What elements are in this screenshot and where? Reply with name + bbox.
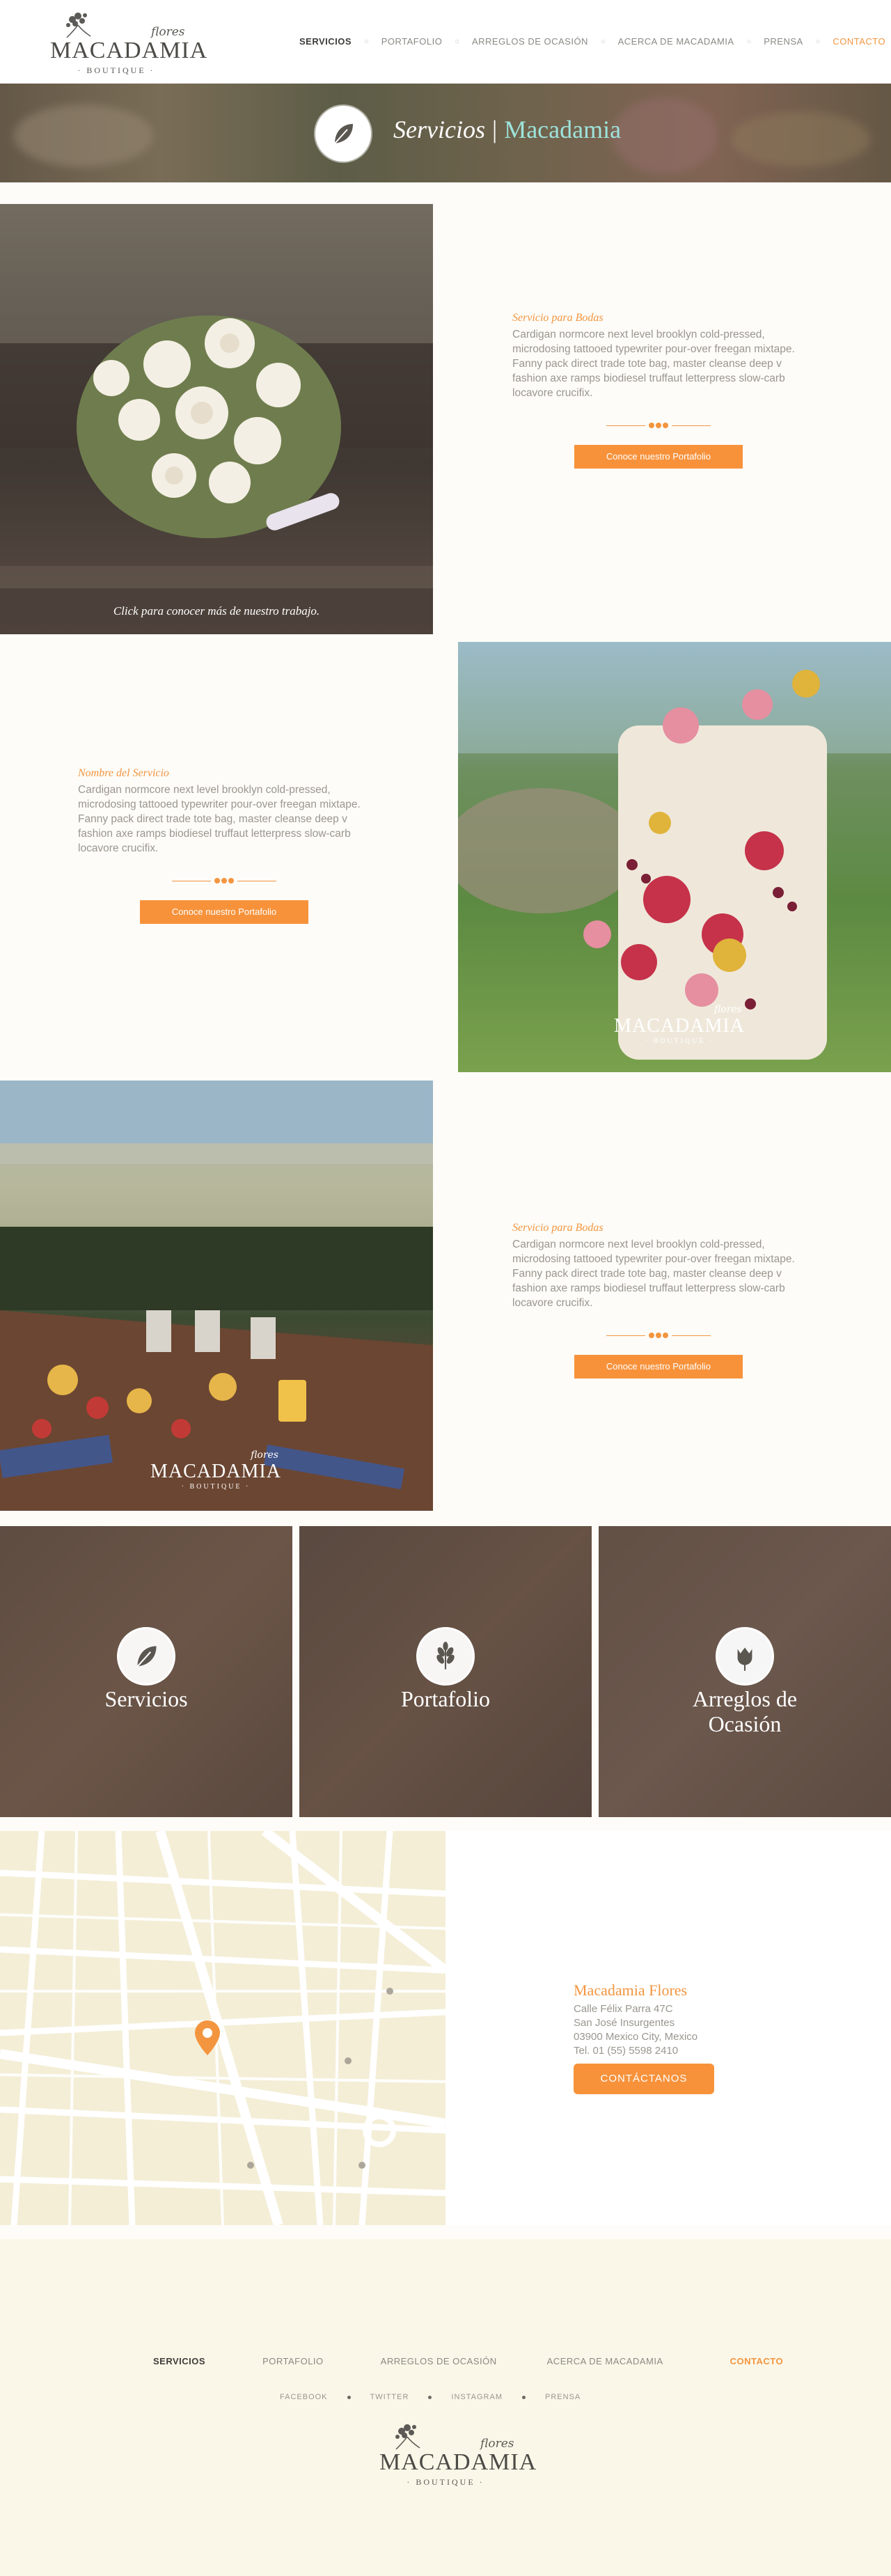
map-pin-icon[interactable]: [195, 2020, 220, 2055]
tile-portafolio[interactable]: Portafolio: [299, 1526, 592, 1817]
banner-divider: |: [491, 116, 498, 143]
portfolio-button[interactable]: Conoce nuestro Portafolio: [140, 900, 308, 924]
ornament-divider: [172, 877, 276, 885]
ornament-divider: [606, 421, 711, 430]
service-image-bouquet[interactable]: Click para conocer más de nuestro trabaj…: [0, 204, 433, 634]
tile-label: Servicios: [104, 1686, 188, 1711]
footer-nav-servicios[interactable]: SERVICIOS: [153, 2356, 205, 2366]
tulip-icon: [737, 1647, 752, 1671]
social-prensa[interactable]: PRENSA: [545, 2393, 581, 2401]
service-block: Nombre del Servicio Cardigan normcore ne…: [78, 767, 370, 924]
service-block: Servicio para Bodas Cardigan normcore ne…: [512, 312, 805, 469]
tile-label: Arreglos de Ocasión: [692, 1686, 798, 1736]
site-header: flores MACADAMIA · BOUTIQUE · SERVICIOS …: [0, 0, 891, 84]
page-banner: Servicios | Macadamia: [0, 84, 891, 182]
image-watermark-logo: flores MACADAMIA · BOUTIQUE ·: [614, 1004, 745, 1045]
site-logo[interactable]: flores MACADAMIA · BOUTIQUE ·: [50, 10, 208, 75]
image-caption: Click para conocer más de nuestro trabaj…: [0, 588, 433, 634]
table-photo: [0, 1081, 433, 1511]
leaf-icon: [136, 1646, 157, 1667]
contact-panel: Macadamia Flores Calle Félix Parra 47C S…: [446, 1831, 891, 2225]
social-instagram[interactable]: INSTAGRAM: [451, 2393, 503, 2401]
service-block: Servicio para Bodas Cardigan normcore ne…: [512, 1222, 805, 1379]
tile-arreglos[interactable]: Arreglos de Ocasión: [599, 1526, 891, 1817]
image-watermark-logo: flores MACADAMIA · BOUTIQUE ·: [150, 1450, 281, 1491]
service-description: Cardigan normcore next level brooklyn co…: [512, 1239, 795, 1309]
separator-dot: [522, 2395, 526, 2399]
tile-icon-badge: [117, 1627, 175, 1686]
banner-leaf-badge: [315, 106, 371, 162]
portfolio-button[interactable]: Conoce nuestro Portafolio: [574, 1355, 743, 1379]
site-footer: SERVICIOS PORTAFOLIO ARREGLOS DE OCASIÓN…: [0, 2239, 891, 2576]
contact-info: Macadamia Flores Calle Félix Parra 47C S…: [574, 1981, 714, 2094]
ornament-divider: [606, 1331, 711, 1340]
address-line: 03900 Mexico City, Mexico: [574, 2031, 698, 2043]
footer-nav-acerca[interactable]: ACERCA DE MACADAMIA: [547, 2356, 663, 2366]
service-title: Servicio para Bodas: [512, 312, 604, 324]
footer-social: FACEBOOK TWITTER INSTAGRAM PRENSA: [280, 2393, 581, 2401]
nav-arreglos[interactable]: ARREGLOS DE OCASIÓN: [472, 36, 588, 47]
nav-prensa[interactable]: PRENSA: [764, 36, 803, 47]
nav-acerca[interactable]: ACERCA DE MACADAMIA: [618, 36, 734, 47]
nav-separator: ○: [600, 37, 606, 46]
service-image-table[interactable]: flores MACADAMIA · BOUTIQUE ·: [0, 1081, 433, 1511]
address-line: San José Insurgentes: [574, 2017, 675, 2029]
footer-logo[interactable]: flores MACADAMIA · BOUTIQUE ·: [379, 2421, 537, 2487]
nav-separator: ○: [746, 37, 752, 46]
banner-title-main: Servicios: [393, 116, 485, 143]
nav-separator: ○: [455, 37, 459, 46]
nav-portafolio[interactable]: PORTAFOLIO: [381, 36, 443, 47]
tile-icon-badge: [416, 1627, 475, 1686]
contact-button[interactable]: CONTÁCTANOS: [574, 2064, 714, 2094]
service-title: Nombre del Servicio: [78, 767, 169, 779]
separator-dot: [347, 2395, 351, 2399]
main-nav: SERVICIOS ○ PORTAFOLIO ○ ARREGLOS DE OCA…: [299, 36, 885, 47]
nav-separator: ○: [815, 37, 821, 46]
nav-contacto[interactable]: CONTACTO: [833, 36, 885, 47]
nav-servicios[interactable]: SERVICIOS: [299, 36, 352, 47]
service-description: Cardigan normcore next level brooklyn co…: [512, 329, 795, 399]
footer-nav-arreglos[interactable]: ARREGLOS DE OCASIÓN: [381, 2356, 497, 2366]
nav-separator: ○: [364, 37, 369, 46]
business-name: Macadamia Flores: [574, 1981, 688, 1999]
separator-dot: [428, 2395, 432, 2399]
footer-nav-portafolio[interactable]: PORTAFOLIO: [262, 2356, 324, 2366]
logo-boutique: · BOUTIQUE ·: [77, 65, 155, 75]
leaf-icon: [334, 124, 353, 144]
social-facebook[interactable]: FACEBOOK: [280, 2393, 328, 2401]
social-twitter[interactable]: TWITTER: [370, 2393, 409, 2401]
banner-title: Servicios | Macadamia: [393, 115, 621, 144]
address-line: Calle Félix Parra 47C: [574, 2003, 673, 2015]
service-description: Cardigan normcore next level brooklyn co…: [78, 784, 361, 854]
map-streets: [0, 1831, 446, 2225]
logo-flores: flores: [480, 2437, 514, 2451]
logo-boutique: · BOUTIQUE ·: [407, 2477, 484, 2487]
portfolio-button[interactable]: Conoce nuestro Portafolio: [574, 445, 743, 469]
wheat-icon: [436, 1642, 455, 1670]
tile-label: Portafolio: [401, 1686, 490, 1711]
service-image-cake[interactable]: flores MACADAMIA · BOUTIQUE ·: [458, 642, 891, 1072]
bouquet-photo: [0, 204, 433, 634]
banner-title-accent: Macadamia: [504, 116, 622, 143]
service-title: Servicio para Bodas: [512, 1222, 604, 1234]
logo-brand: MACADAMIA: [379, 2449, 537, 2475]
tile-icon-badge: [716, 1627, 774, 1686]
location-map[interactable]: [0, 1831, 446, 2225]
tile-servicios[interactable]: Servicios: [0, 1526, 292, 1817]
footer-nav: SERVICIOS PORTAFOLIO ARREGLOS DE OCASIÓN…: [153, 2356, 783, 2366]
phone-line: Tel. 01 (55) 5598 2410: [574, 2045, 679, 2057]
logo-brand: MACADAMIA: [50, 38, 208, 63]
footer-nav-contacto[interactable]: CONTACTO: [730, 2356, 783, 2366]
logo-flores: flores: [151, 25, 185, 39]
